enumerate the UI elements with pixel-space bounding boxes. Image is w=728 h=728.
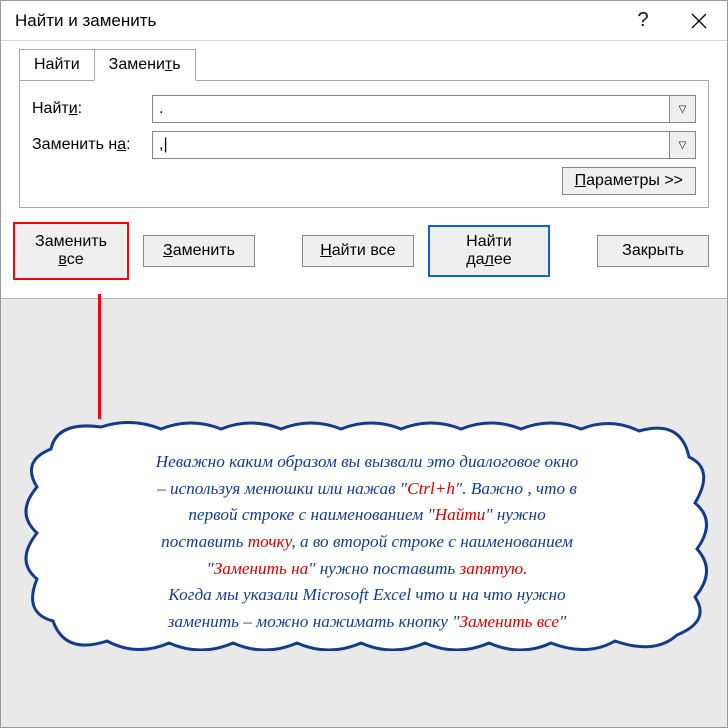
find-next-button[interactable]: Найти далее	[428, 225, 550, 277]
tab-replace[interactable]: Заменить	[94, 49, 196, 81]
find-replace-dialog: Найти и заменить ? Найти Заменить Найти:…	[1, 1, 727, 299]
find-input[interactable]	[152, 95, 670, 123]
replace-button[interactable]: Заменить	[143, 235, 255, 267]
annotation-connector	[98, 294, 101, 419]
annotation-text: Неважно каким образом вы вызвали это диа…	[65, 449, 669, 636]
replace-label: Заменить на:	[32, 136, 152, 154]
options-button[interactable]: Параметры >>	[562, 167, 696, 195]
button-bar: Заменить все Заменить Найти все Найти да…	[1, 208, 727, 298]
close-button[interactable]: Закрыть	[597, 235, 709, 267]
replace-input[interactable]	[152, 131, 670, 159]
annotation-callout: Неважно каким образом вы вызвали это диа…	[21, 421, 709, 651]
titlebar: Найти и заменить ?	[1, 1, 727, 41]
find-label: Найти:	[32, 100, 152, 118]
chevron-down-icon: ▽	[679, 140, 687, 151]
replace-panel: Найти: ▽ Заменить на: ▽ Параметры >>	[19, 80, 709, 208]
tab-find[interactable]: Найти	[19, 49, 95, 81]
find-all-button[interactable]: Найти все	[302, 235, 414, 267]
help-button[interactable]: ?	[615, 1, 671, 41]
find-dropdown[interactable]: ▽	[670, 95, 696, 123]
replace-all-button[interactable]: Заменить все	[13, 222, 129, 280]
dialog-title: Найти и заменить	[15, 11, 156, 31]
replace-dropdown[interactable]: ▽	[670, 131, 696, 159]
tab-strip: Найти Заменить	[1, 41, 727, 81]
chevron-down-icon: ▽	[679, 104, 687, 115]
close-icon[interactable]	[671, 1, 727, 41]
